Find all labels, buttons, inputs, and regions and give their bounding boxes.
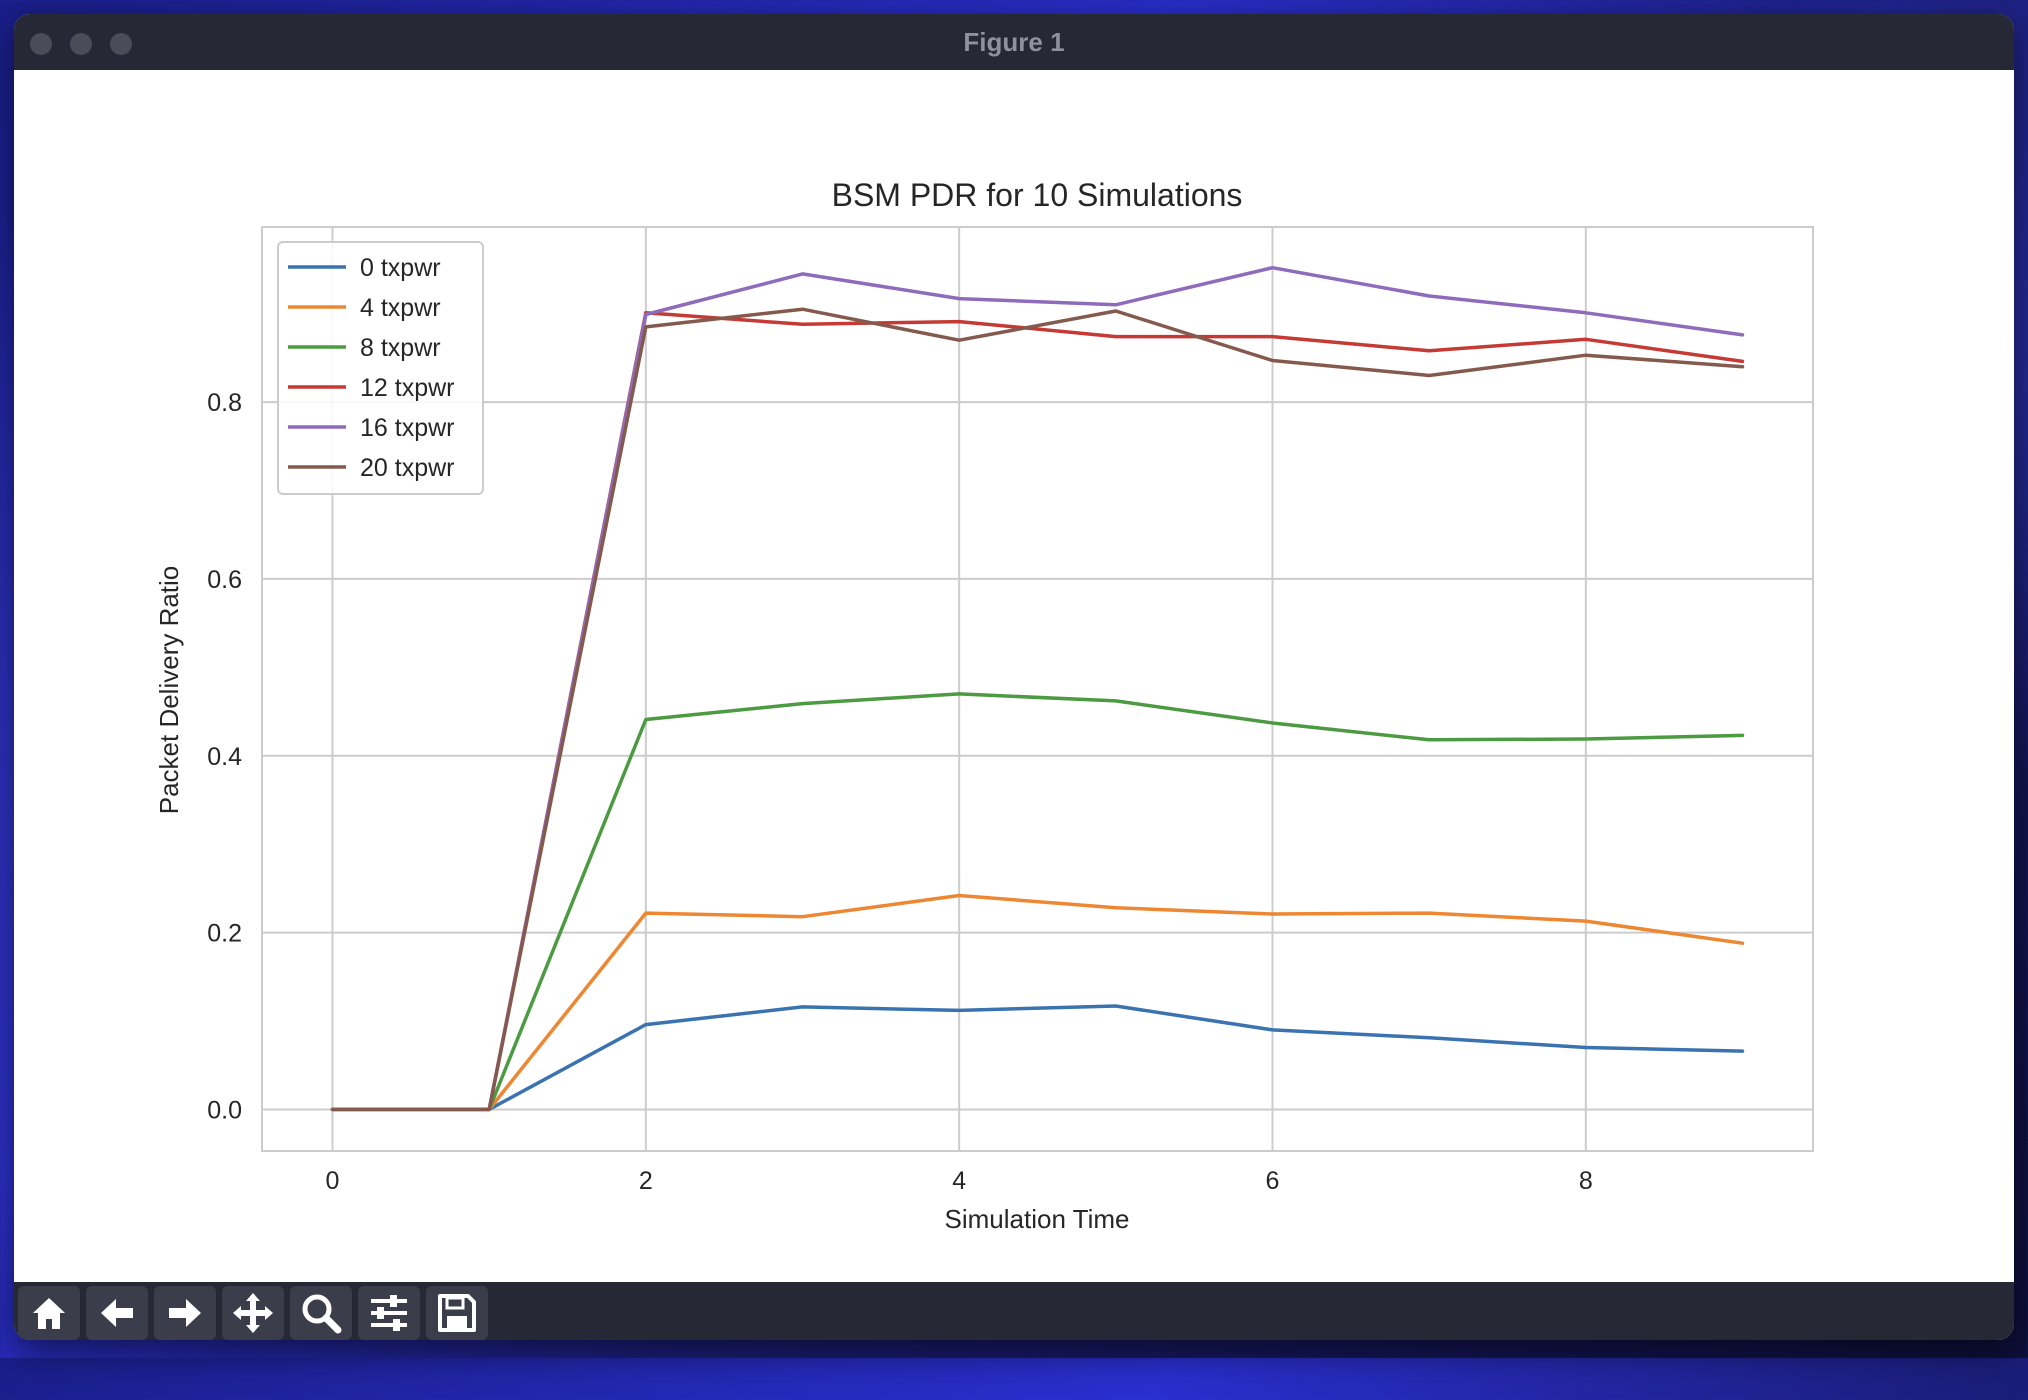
y-tick-label: 0.0 <box>207 1096 242 1124</box>
save-icon <box>438 1294 476 1332</box>
forward-button[interactable] <box>154 1286 216 1340</box>
legend: 0 txpwr 4 txpwr 8 txpwr 12 txpwr 16 txpwr 20 … <box>277 241 484 495</box>
x-tick-label: 4 <box>952 1167 966 1195</box>
series-line-16-txpwr <box>330 265 1745 1112</box>
chart-title: BSM PDR for 10 Simulations <box>832 177 1243 213</box>
configure-subplots-button[interactable] <box>358 1286 420 1340</box>
legend-label: 20 txpwr <box>360 454 454 482</box>
x-axis-label: Simulation Time <box>945 1204 1130 1234</box>
zoom-button[interactable] <box>290 1286 352 1340</box>
line-chart: 0 2 4 6 8 0.0 0.2 0.4 0.6 0.8 BSM PDR for 10 Simu… <box>154 177 1814 1234</box>
y-axis-label: Packet Delivery Ratio <box>154 566 184 815</box>
arrow-left-icon <box>101 1299 133 1327</box>
legend-label: 4 txpwr <box>360 294 441 322</box>
back-button[interactable] <box>86 1286 148 1340</box>
figure-window: Figure 1 0 2 4 6 8 0.0 0.2 0.4 0.6 0.8 BSM PDR fo… <box>14 14 2014 1340</box>
home-button[interactable] <box>18 1286 80 1340</box>
plot-area <box>261 226 1814 1152</box>
move-icon <box>233 1293 273 1333</box>
series-line-12-txpwr <box>330 311 1745 1112</box>
x-tick-label: 0 <box>326 1167 340 1195</box>
legend-label: 0 txpwr <box>360 254 441 282</box>
arrow-right-icon <box>169 1299 201 1327</box>
search-icon <box>302 1294 342 1334</box>
home-icon <box>33 1298 65 1329</box>
series-line-4-txpwr <box>330 893 1745 1112</box>
y-tick-label: 0.6 <box>207 566 242 594</box>
legend-label: 8 txpwr <box>360 334 441 362</box>
pan-button[interactable] <box>222 1286 284 1340</box>
series-line-20-txpwr <box>330 307 1745 1112</box>
x-tick-label: 8 <box>1579 1167 1593 1195</box>
save-button[interactable] <box>426 1286 488 1340</box>
window-title: Figure 1 <box>963 27 1065 57</box>
navigation-toolbar <box>14 1282 2014 1340</box>
x-tick-label: 6 <box>1266 1167 1280 1195</box>
series-line-0-txpwr <box>330 1004 1745 1112</box>
y-tick-label: 0.8 <box>207 389 242 417</box>
x-tick-label: 2 <box>639 1167 653 1195</box>
sliders-icon <box>371 1295 407 1331</box>
legend-label: 16 txpwr <box>360 414 454 442</box>
title-bar: Figure 1 <box>14 14 2014 71</box>
y-tick-label: 0.4 <box>207 743 242 771</box>
figure-canvas: 0 2 4 6 8 0.0 0.2 0.4 0.6 0.8 BSM PDR for 10 Simu… <box>14 70 2014 1282</box>
legend-label: 12 txpwr <box>360 374 454 402</box>
y-tick-label: 0.2 <box>207 920 242 948</box>
